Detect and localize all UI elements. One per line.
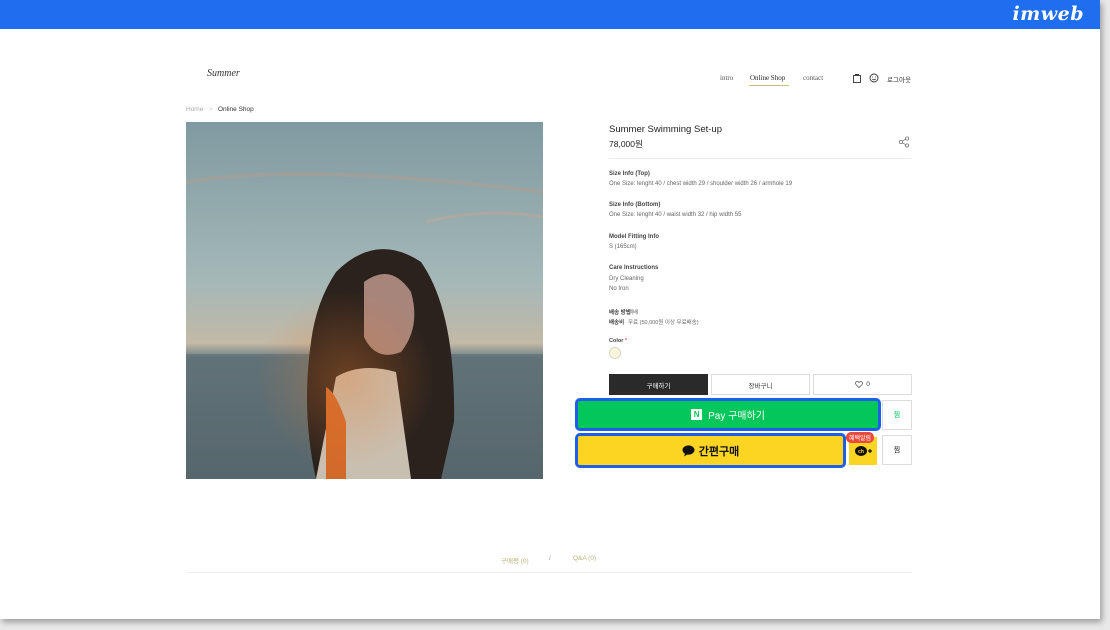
color-swatch[interactable] bbox=[609, 347, 621, 359]
size-bottom-heading: Size Info (Bottom) bbox=[609, 202, 661, 208]
imweb-topbar: imweb bbox=[0, 0, 1100, 29]
like-button[interactable]: 0 bbox=[813, 374, 912, 395]
breadcrumb-current[interactable]: Online Shop bbox=[218, 106, 254, 113]
user-smile-icon[interactable] bbox=[869, 73, 879, 83]
naver-pay-button[interactable]: N Pay 구매하기 bbox=[575, 398, 881, 431]
cart-button[interactable]: 장바구니 bbox=[711, 374, 810, 395]
nav-contact[interactable]: contact bbox=[803, 74, 823, 82]
product-photo[interactable] bbox=[186, 122, 543, 479]
model-fit-heading: Model Fitting Info bbox=[609, 234, 659, 240]
browser-frame: imweb Summer intro Online Shop contact 로… bbox=[0, 0, 1100, 619]
kakao-quick-buy-button[interactable]: 간편구매 bbox=[575, 433, 846, 468]
share-icon[interactable] bbox=[898, 136, 910, 148]
product-title: Summer Swimming Set-up bbox=[609, 124, 722, 135]
color-option-label: Color * bbox=[609, 338, 627, 344]
tab-qna[interactable]: Q&A (0) bbox=[573, 555, 596, 562]
shipping-fee-label: 배송비 bbox=[609, 320, 625, 326]
nav-intro[interactable]: intro bbox=[720, 74, 733, 82]
title-divider bbox=[609, 158, 911, 159]
shipping-method-value: 택배 bbox=[628, 310, 639, 316]
naver-pay-label: Pay 구매하기 bbox=[708, 411, 765, 422]
tab-reviews[interactable]: 구매평 (0) bbox=[501, 555, 529, 565]
model-fit-text: S (165cm) bbox=[609, 244, 637, 250]
size-bottom-text: One Size: lenght 40 / waist width 32 / h… bbox=[609, 212, 742, 218]
care-heading: Care Instructions bbox=[609, 265, 659, 271]
breadcrumb-home[interactable]: Home bbox=[186, 106, 203, 113]
logout-link[interactable]: 로그아웃 bbox=[887, 74, 911, 84]
product-photo-image bbox=[186, 122, 543, 479]
tabs-divider bbox=[186, 572, 912, 573]
buy-button[interactable]: 구매하기 bbox=[609, 374, 708, 395]
shipping-fee-value: 무료 (50,000원 이상 무료배송) bbox=[628, 320, 699, 326]
heart-icon bbox=[855, 381, 864, 388]
required-mark: * bbox=[624, 338, 628, 344]
care-text-2: No Iron bbox=[609, 286, 629, 292]
kakao-wish-button[interactable]: 찜 bbox=[882, 435, 912, 465]
product-price: 78,000원 bbox=[609, 139, 643, 149]
benefit-alert-badge: 혜택알림 bbox=[846, 432, 875, 443]
naver-wish-button[interactable]: 찜 bbox=[882, 400, 912, 430]
tabs-separator: / bbox=[549, 555, 551, 562]
size-top-heading: Size Info (Top) bbox=[609, 171, 650, 177]
breadcrumb-separator: > bbox=[209, 106, 213, 113]
kakao-channel-plus-icon: ch bbox=[855, 446, 872, 456]
kakao-talk-bubble-icon bbox=[682, 444, 695, 456]
nav-active-underline bbox=[749, 85, 789, 86]
nav-online-shop[interactable]: Online Shop bbox=[750, 74, 785, 82]
like-count: 0 bbox=[866, 381, 870, 388]
kakao-quick-buy-label: 간편구매 bbox=[698, 445, 740, 458]
color-label-text: Color bbox=[609, 338, 624, 344]
imweb-logo[interactable]: imweb bbox=[1012, 3, 1084, 25]
care-text-1: Dry Cleaning bbox=[609, 276, 644, 282]
size-top-text: One Size: lenght 40 / chest width 29 / s… bbox=[609, 181, 793, 187]
shopping-bag-icon[interactable] bbox=[852, 73, 862, 83]
svg-text:ch: ch bbox=[858, 449, 864, 455]
naver-n-logo-icon: N bbox=[691, 409, 703, 420]
site-logo[interactable]: Summer bbox=[207, 68, 240, 79]
